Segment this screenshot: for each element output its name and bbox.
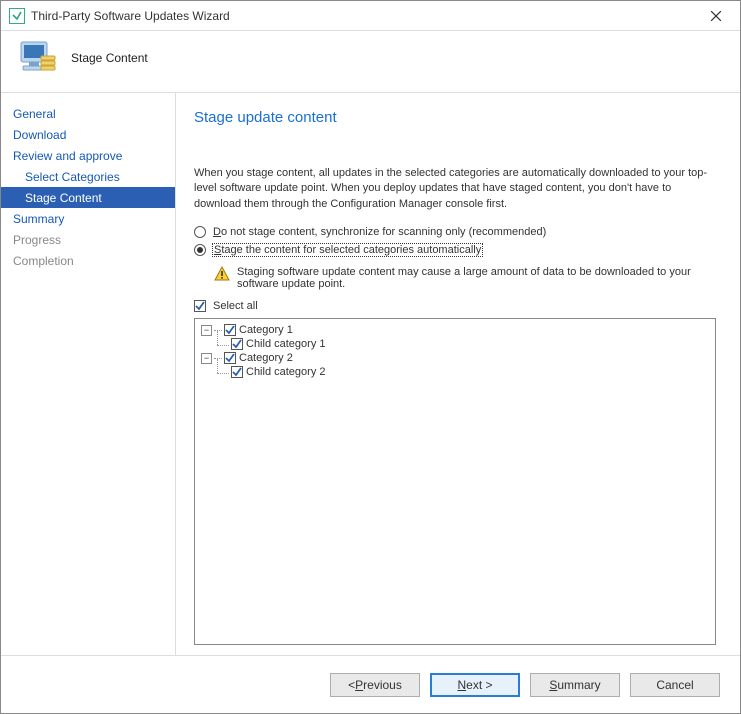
- tree-label: Category 2: [239, 352, 293, 364]
- tree-label: Child category 2: [246, 366, 326, 378]
- radio-do-not-stage[interactable]: Do not stage content, synchronize for sc…: [194, 226, 716, 238]
- tree-node-category-2[interactable]: − Category 2: [201, 351, 713, 365]
- window-icon: [9, 8, 25, 24]
- category-tree[interactable]: − Category 1 Child category 1 − Category…: [194, 318, 716, 645]
- tree-node-child-1[interactable]: Child category 1: [231, 337, 713, 351]
- expando-icon[interactable]: −: [201, 353, 212, 364]
- nav-item-select-categories[interactable]: Select Categories: [1, 166, 175, 187]
- nav-item-summary[interactable]: Summary: [1, 208, 175, 229]
- radio-label: Do not stage content, synchronize for sc…: [213, 226, 546, 238]
- select-all-checkbox[interactable]: [194, 300, 206, 312]
- nav-item-general[interactable]: General: [1, 103, 175, 124]
- warning-text: Staging software update content may caus…: [237, 266, 716, 290]
- tree-checkbox[interactable]: [231, 338, 243, 350]
- close-icon: [711, 11, 721, 21]
- radio-stage-auto[interactable]: Stage the content for selected categorie…: [194, 244, 716, 256]
- sidebar: General Download Review and approve Sele…: [1, 93, 176, 655]
- page-heading: Stage update content: [194, 109, 716, 126]
- window-title: Third-Party Software Updates Wizard: [31, 9, 696, 23]
- warning-row: Staging software update content may caus…: [214, 266, 716, 290]
- nav-item-download[interactable]: Download: [1, 124, 175, 145]
- nav-item-review[interactable]: Review and approve: [1, 145, 175, 166]
- page-description: When you stage content, all updates in t…: [194, 166, 716, 212]
- radio-icon: [194, 244, 206, 256]
- expando-icon[interactable]: −: [201, 325, 212, 336]
- summary-button[interactable]: Summary: [530, 673, 620, 697]
- nav-item-stage-content[interactable]: Stage Content: [1, 187, 175, 208]
- tree-node-category-1[interactable]: − Category 1: [201, 323, 713, 337]
- tree-node-child-2[interactable]: Child category 2: [231, 365, 713, 379]
- titlebar: Third-Party Software Updates Wizard: [1, 1, 740, 31]
- previous-button[interactable]: < Previous: [330, 673, 420, 697]
- nav-item-progress: Progress: [1, 229, 175, 250]
- radio-label: Stage the content for selected categorie…: [213, 244, 482, 256]
- content-pane: Stage update content When you stage cont…: [176, 93, 740, 655]
- tree-checkbox[interactable]: [224, 324, 236, 336]
- computer-icon: [15, 36, 59, 80]
- tree-label: Category 1: [239, 324, 293, 336]
- header-subtitle: Stage Content: [71, 51, 148, 65]
- cancel-button[interactable]: Cancel: [630, 673, 720, 697]
- select-all-label: Select all: [213, 300, 258, 312]
- tree-checkbox[interactable]: [231, 366, 243, 378]
- warning-icon: [214, 266, 230, 282]
- tree-checkbox[interactable]: [224, 352, 236, 364]
- next-button[interactable]: Next >: [430, 673, 520, 697]
- wizard-footer: < Previous Next > Summary Cancel: [1, 655, 740, 713]
- tree-label: Child category 1: [246, 338, 326, 350]
- header-area: Stage Content: [1, 31, 740, 93]
- wizard-body: General Download Review and approve Sele…: [1, 93, 740, 655]
- nav-item-completion: Completion: [1, 250, 175, 271]
- wizard-window: Third-Party Software Updates Wizard Stag…: [0, 0, 741, 714]
- radio-icon: [194, 226, 206, 238]
- close-button[interactable]: [696, 2, 736, 30]
- select-all-row[interactable]: Select all: [194, 300, 716, 312]
